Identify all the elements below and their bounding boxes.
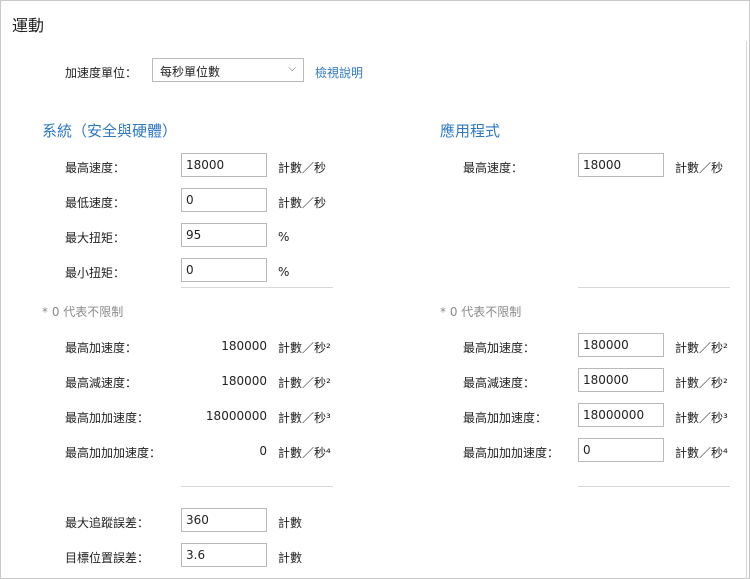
sys-min-torque-input[interactable]: [181, 258, 267, 282]
app-max-accel-input[interactable]: [578, 333, 664, 357]
app-max-speed-input[interactable]: [578, 153, 664, 177]
sys-min-speed-unit: 計數／秒: [278, 196, 327, 210]
sys-zero-note: * 0 代表不限制: [42, 305, 124, 319]
sys-max-jerk-label: 最高加加速度：: [65, 411, 150, 425]
app-divider-2: [578, 486, 730, 487]
sys-max-speed-label: 最高速度：: [65, 161, 126, 175]
sys-divider-2: [181, 486, 333, 487]
sys-max-following-error-input[interactable]: [181, 508, 267, 532]
chevron-down-icon: ⌵: [288, 63, 296, 74]
sys-min-torque-unit: %: [278, 265, 290, 279]
sys-max-torque-label: 最大扭矩：: [65, 231, 126, 245]
app-max-accel-label: 最高加速度：: [463, 341, 536, 355]
sys-min-speed-input[interactable]: [181, 188, 267, 212]
accel-unit-select[interactable]: 每秒單位數 ⌵: [152, 58, 304, 82]
app-max-jerk-unit: 計數／秒³: [675, 411, 728, 425]
motion-panel: 運動 加速度單位： 每秒單位數 ⌵ 檢視說明 系統（安全與硬體） 最高速度： 計…: [0, 0, 750, 579]
app-max-speed-label: 最高速度：: [463, 161, 524, 175]
sys-min-torque-label: 最小扭矩：: [65, 266, 126, 280]
accel-unit-label: 加速度單位：: [65, 66, 138, 80]
app-max-jerk-input[interactable]: [578, 403, 664, 427]
sys-max-accel-unit: 計數／秒²: [278, 341, 331, 355]
app-max-snap-input[interactable]: [578, 438, 664, 462]
sys-max-jerk-value: 18000000: [205, 409, 267, 423]
sys-min-speed-label: 最低速度：: [65, 196, 126, 210]
sys-max-snap-unit: 計數／秒⁴: [278, 446, 331, 460]
app-max-decel-input[interactable]: [578, 368, 664, 392]
right-edge-line: [746, 41, 747, 579]
app-divider-1: [578, 287, 730, 288]
sys-max-following-error-label: 最大追蹤誤差：: [65, 516, 150, 530]
sys-max-decel-unit: 計數／秒²: [278, 376, 331, 390]
view-help-link[interactable]: 檢視說明: [315, 64, 363, 81]
sys-max-snap-value: 0: [259, 444, 267, 458]
app-max-jerk-label: 最高加加速度：: [463, 411, 548, 425]
sys-max-accel-label: 最高加速度：: [65, 341, 138, 355]
app-max-decel-label: 最高減速度：: [463, 376, 536, 390]
app-max-speed-unit: 計數／秒: [675, 161, 724, 175]
sys-max-decel-value: 180000: [221, 374, 267, 388]
app-max-snap-unit: 計數／秒⁴: [675, 446, 728, 460]
sys-max-decel-label: 最高減速度：: [65, 376, 138, 390]
sys-max-snap-label: 最高加加加速度：: [65, 446, 162, 460]
sys-max-accel-value: 180000: [221, 339, 267, 353]
accel-unit-selected: 每秒單位數: [160, 65, 221, 79]
sys-target-position-error-label: 目標位置誤差：: [65, 551, 150, 565]
sys-max-torque-input[interactable]: [181, 223, 267, 247]
sys-max-jerk-unit: 計數／秒³: [278, 411, 331, 425]
app-max-snap-label: 最高加加加速度：: [463, 446, 560, 460]
sys-max-following-error-unit: 計數: [278, 516, 303, 530]
app-max-accel-unit: 計數／秒²: [675, 341, 728, 355]
sys-divider-1: [181, 287, 333, 288]
application-section-title: 應用程式: [440, 122, 501, 140]
app-zero-note: * 0 代表不限制: [440, 305, 522, 319]
page-title: 運動: [12, 16, 45, 35]
sys-max-speed-input[interactable]: [181, 153, 267, 177]
sys-target-position-error-unit: 計數: [278, 551, 303, 565]
sys-max-torque-unit: %: [278, 230, 290, 244]
sys-target-position-error-input[interactable]: [181, 543, 267, 567]
app-max-decel-unit: 計數／秒²: [675, 376, 728, 390]
system-section-title: 系統（安全與硬體）: [42, 122, 178, 140]
sys-max-speed-unit: 計數／秒: [278, 161, 327, 175]
